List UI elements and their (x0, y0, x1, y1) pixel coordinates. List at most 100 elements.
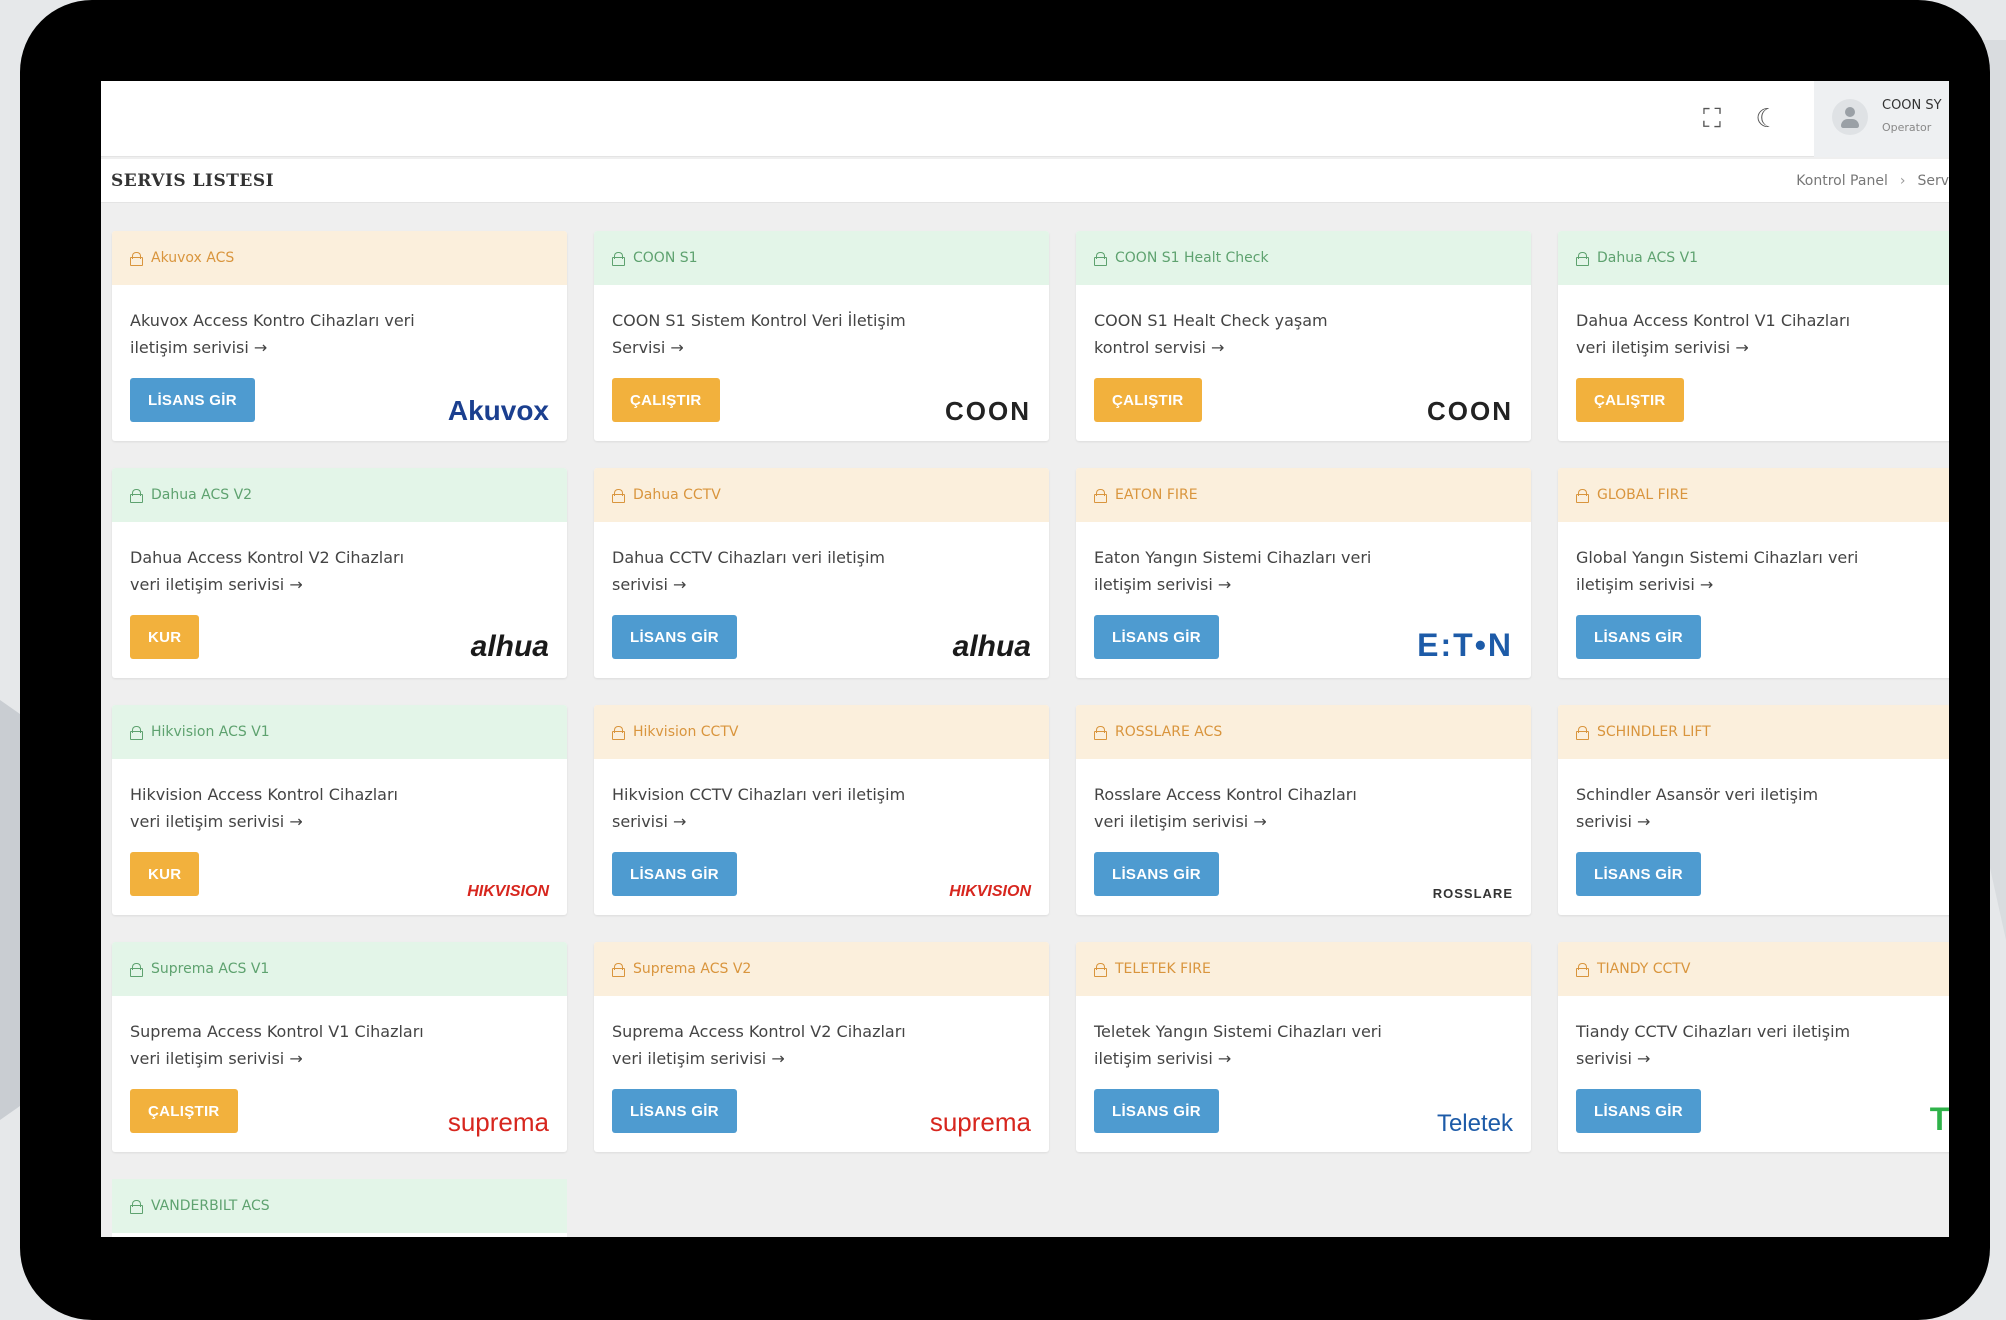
service-card: Suprema ACS V1 Suprema Access Kontrol V1 … (112, 942, 567, 1152)
card-header: Suprema ACS V1 (112, 942, 567, 996)
card-action-button[interactable]: ÇALIŞTIR (1094, 378, 1202, 422)
card-action-button[interactable]: LİSANS GİR (612, 852, 737, 896)
brand-logo: suprema (929, 1107, 1031, 1137)
card-header: TIANDY CCTV (1558, 942, 1949, 996)
card-header: GLOBAL FIRE (1558, 468, 1949, 522)
moon-icon[interactable]: ☾ (1751, 103, 1783, 135)
service-card: Akuvox ACS Akuvox Access Kontro Cihazları… (112, 231, 567, 441)
lock-icon (1576, 726, 1589, 740)
card-description-link[interactable]: COON S1 Healt Check yaşam kontrol servis… (1076, 285, 1406, 361)
card-header: TELETEK FIRE (1076, 942, 1531, 996)
card-description-link[interactable]: Dahua Access Kontrol V1 Cihazları veri i… (1558, 285, 1888, 361)
service-card: COON S1 Healt Check COON S1 Healt Check y… (1076, 231, 1531, 441)
card-title: SCHINDLER LIFT (1597, 724, 1711, 740)
brand-logo: COON (945, 396, 1031, 426)
card-header: Suprema ACS V2 (594, 942, 1049, 996)
card-action-button[interactable]: LİSANS GİR (1094, 852, 1219, 896)
card-title: Hikvision ACS V1 (151, 724, 270, 740)
breadcrumb-item-current: Serv (1917, 173, 1949, 189)
card-header: Dahua ACS V1 (1558, 231, 1949, 285)
card-description-link[interactable]: Suprema Access Kontrol V1 Cihazları veri… (112, 996, 442, 1072)
card-action-button[interactable]: LİSANS GİR (1094, 1089, 1219, 1133)
card-description-link[interactable]: Akuvox Access Kontro Cihazları veri ilet… (112, 285, 442, 361)
card-action-button[interactable]: ÇALIŞTIR (612, 378, 720, 422)
lock-icon (130, 963, 143, 977)
lock-icon (130, 1200, 143, 1214)
lock-icon (612, 489, 625, 503)
card-header: Dahua ACS V2 (112, 468, 567, 522)
card-title: TIANDY CCTV (1597, 961, 1691, 977)
service-card: SCHINDLER LIFT Schindler Asansör veri ile… (1558, 705, 1949, 915)
card-action-button[interactable]: LİSANS GİR (1094, 615, 1219, 659)
brand-logo: Akuvox (447, 395, 549, 426)
lock-icon (612, 963, 625, 977)
lock-icon (1094, 726, 1107, 740)
top-bar: ⛶ ☾ COON SY Operator (101, 81, 1949, 157)
fullscreen-icon[interactable]: ⛶ (1696, 103, 1728, 135)
user-menu[interactable]: COON SY Operator (1814, 81, 1949, 157)
card-action-button[interactable]: KUR (130, 615, 200, 659)
brand-logo: COON (1427, 396, 1513, 426)
service-grid: Akuvox ACS Akuvox Access Kontro Cihazları… (112, 231, 1949, 1152)
brand-logo: HIKVISION (949, 883, 1031, 900)
lock-icon (612, 252, 625, 266)
lock-icon (1576, 252, 1589, 266)
card-description-link[interactable]: Global Yangın Sistemi Cihazları veri ile… (1558, 522, 1888, 598)
card-header: Hikvision CCTV (594, 705, 1049, 759)
brand-logo: Teletek (1436, 1110, 1513, 1137)
service-card: GLOBAL FIRE Global Yangın Sistemi Cihazla… (1558, 468, 1949, 678)
card-description-link[interactable]: Tiandy CCTV Cihazları veri iletişim seri… (1558, 996, 1888, 1072)
service-card: TIANDY CCTV Tiandy CCTV Cihazları veri il… (1558, 942, 1949, 1152)
card-action-button[interactable]: ÇALIŞTIR (130, 1089, 238, 1133)
brand-logo: ROSSLARE (1432, 886, 1513, 901)
chevron-right-icon: › (1899, 173, 1906, 189)
card-title: GLOBAL FIRE (1597, 487, 1689, 503)
service-card: EATON FIRE Eaton Yangın Sistemi Cihazları… (1076, 468, 1531, 678)
card-description-link[interactable]: Schindler Asansör veri iletişim serivisi… (1558, 759, 1888, 835)
card-title: Suprema ACS V2 (633, 961, 752, 977)
card-header: EATON FIRE (1076, 468, 1531, 522)
card-action-button[interactable]: LİSANS GİR (1576, 615, 1701, 659)
card-header: Dahua CCTV (594, 468, 1049, 522)
card-action-button[interactable]: LİSANS GİR (612, 1089, 737, 1133)
card-description-link[interactable]: Suprema Access Kontrol V2 Cihazları veri… (594, 996, 924, 1072)
lock-icon (130, 726, 143, 740)
card-action-button[interactable]: LİSANS GİR (1576, 852, 1701, 896)
card-description-link[interactable]: Teletek Yangın Sistemi Cihazları veri il… (1076, 996, 1406, 1072)
card-header: Hikvision ACS V1 (112, 705, 567, 759)
card-action-button[interactable]: KUR (130, 852, 200, 896)
card-description-link[interactable]: Hikvision CCTV Cihazları veri iletişim s… (594, 759, 924, 835)
lock-icon (130, 252, 143, 266)
brand-logo: Tian (1929, 1101, 1949, 1137)
card-description-link[interactable]: Dahua Access Kontrol V2 Cihazları veri i… (112, 522, 442, 598)
breadcrumb-item-kontrol-panel[interactable]: Kontrol Panel (1796, 173, 1888, 189)
card-action-button[interactable]: LİSANS GİR (1576, 1089, 1701, 1133)
card-description-link[interactable]: Rosslare Access Kontrol Cihazları veri i… (1076, 759, 1406, 835)
lock-icon (1094, 489, 1107, 503)
card-description-link[interactable]: Hikvision Access Kontrol Cihazları veri … (112, 759, 442, 835)
card-description-link[interactable]: Eaton Yangın Sistemi Cihazları veri ilet… (1076, 522, 1406, 598)
brand-logo: HIKVISION (467, 883, 549, 900)
card-title: Suprema ACS V1 (151, 961, 270, 977)
card-title: COON S1 Healt Check (1115, 250, 1269, 266)
card-action-button[interactable]: ÇALIŞTIR (1576, 378, 1684, 422)
brand-logo: E:T•N (1417, 627, 1513, 663)
breadcrumb: Kontrol Panel › Serv (1796, 173, 1949, 189)
lock-icon (1576, 963, 1589, 977)
card-header: VANDERBILT ACS (112, 1179, 567, 1233)
service-card: Dahua CCTV Dahua CCTV Cihazları veri ilet… (594, 468, 1049, 678)
lock-icon (1576, 489, 1589, 503)
card-title: TELETEK FIRE (1115, 961, 1211, 977)
service-card: COON S1 COON S1 Sistem Kontrol Veri İleti… (594, 231, 1049, 441)
page-title: SERVIS LISTESI (111, 171, 275, 191)
user-role: Operator (1882, 121, 1932, 134)
card-action-button[interactable]: LİSANS GİR (612, 615, 737, 659)
card-title: Hikvision CCTV (633, 724, 739, 740)
lock-icon (130, 489, 143, 503)
card-description-link[interactable]: Dahua CCTV Cihazları veri iletişim seriv… (594, 522, 924, 598)
service-card: Hikvision ACS V1 Hikvision Access Kontrol… (112, 705, 567, 915)
card-description-link[interactable]: COON S1 Sistem Kontrol Veri İletişim Ser… (594, 285, 924, 361)
brand-logo: suprema (447, 1107, 549, 1137)
avatar (1832, 99, 1868, 135)
card-action-button[interactable]: LİSANS GİR (130, 378, 255, 422)
